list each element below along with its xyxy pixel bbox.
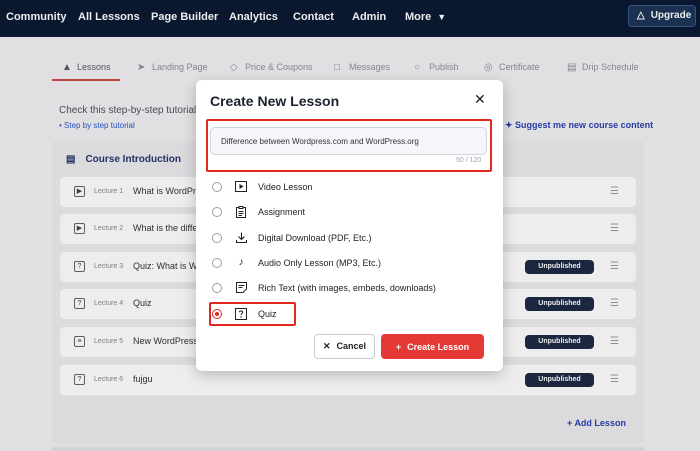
quiz-highlight [209, 302, 296, 326]
option-video-lesson[interactable]: Video Lesson [212, 179, 412, 195]
option-audio-only[interactable]: ♪ Audio Only Lesson (MP3, Etc.) [212, 255, 412, 271]
create-lesson-button[interactable]: + Create Lesson [381, 334, 484, 359]
option-label: Audio Only Lesson (MP3, Etc.) [258, 258, 382, 268]
plus-icon: + [395, 341, 402, 352]
radio-button[interactable] [212, 258, 222, 268]
close-icon[interactable]: ✕ [474, 91, 486, 108]
char-count: 50 / 120 [456, 157, 482, 164]
cancel-button[interactable]: ✕ Cancel [314, 334, 375, 359]
option-label: Digital Download (PDF, Etc.) [258, 233, 372, 243]
radio-button[interactable] [212, 233, 222, 243]
radio-button[interactable] [212, 283, 222, 293]
option-label: Rich Text (with images, embeds, download… [258, 283, 436, 293]
radio-button[interactable] [212, 207, 222, 217]
document-icon [235, 282, 247, 294]
option-assignment[interactable]: Assignment [212, 204, 412, 220]
lesson-title-input[interactable] [210, 127, 487, 155]
option-label: Assignment [258, 207, 306, 217]
option-label: Video Lesson [258, 182, 313, 192]
option-digital-download[interactable]: Digital Download (PDF, Etc.) [212, 230, 412, 246]
cancel-label: Cancel [336, 341, 367, 351]
play-icon [235, 181, 247, 193]
create-lesson-modal: Create New Lesson ✕ 50 / 120 Video Lesso… [196, 80, 503, 371]
option-rich-text[interactable]: Rich Text (with images, embeds, download… [212, 280, 436, 296]
close-icon: ✕ [322, 341, 331, 351]
radio-button[interactable] [212, 182, 222, 192]
clipboard-icon [235, 206, 247, 218]
download-icon [235, 232, 247, 244]
modal-title: Create New Lesson [210, 93, 340, 109]
music-note-icon: ♪ [238, 257, 244, 268]
create-label: Create Lesson [407, 341, 470, 352]
